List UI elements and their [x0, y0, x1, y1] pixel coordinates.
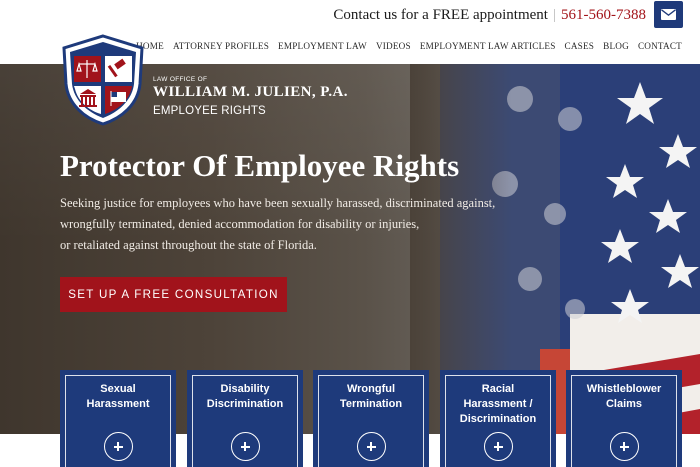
hero-title: Protector Of Employee Rights: [60, 148, 460, 183]
plus-circle-icon[interactable]: [230, 432, 260, 461]
page: Contact us for a FREE appointment | 561-56…: [0, 0, 700, 467]
envelope-icon: [661, 9, 676, 20]
hero-description: Seeking justice for employees who have b…: [60, 193, 496, 256]
plus-circle-icon[interactable]: [609, 432, 639, 461]
hero-description-line: Seeking justice for employees who have b…: [60, 196, 496, 210]
email-button[interactable]: [654, 1, 683, 28]
nav-item-attorney-profiles[interactable]: ATTORNEY PROFILES: [164, 41, 269, 51]
top-bar: Contact us for a FREE appointment | 561-56…: [0, 0, 700, 34]
card-whistleblower-claims[interactable]: Whistleblower Claims: [566, 370, 682, 467]
phone-link[interactable]: 561-560-7388: [561, 7, 646, 23]
plus-circle-icon[interactable]: [356, 432, 386, 461]
nav-item-employment-law-articles[interactable]: EMPLOYMENT LAW ARTICLES: [411, 41, 556, 51]
contact-separator: |: [552, 7, 556, 23]
plus-circle-icon[interactable]: [103, 432, 133, 461]
firm-name-block[interactable]: LAW OFFICE OF WILLIAM M. JULIEN, P.A. EM…: [153, 76, 348, 119]
contact-line: Contact us for a FREE appointment | 561-56…: [333, 7, 646, 24]
hero-description-line: wrongfully terminated, denied accommodat…: [60, 217, 420, 231]
card-label: Disability Discrimination: [206, 383, 284, 410]
main-nav: HOME ATTORNEY PROFILES EMPLOYMENT LAW VI…: [127, 41, 682, 51]
card-label: Whistleblower Claims: [586, 383, 662, 410]
firm-name: WILLIAM M. JULIEN, P.A.: [153, 84, 348, 100]
firm-tagline: EMPLOYEE RIGHTS: [153, 105, 266, 117]
free-consultation-button[interactable]: SET UP A FREE CONSULTATION: [60, 277, 287, 312]
card-racial-harassment[interactable]: Racial Harassment / Discrimination: [440, 370, 556, 467]
firm-prefix: LAW OFFICE OF: [153, 76, 208, 83]
nav-item-cases[interactable]: CASES: [556, 41, 595, 51]
card-label: Sexual Harassment: [86, 383, 150, 410]
card-disability-discrimination[interactable]: Disability Discrimination: [187, 370, 303, 467]
plus-circle-icon[interactable]: [483, 432, 513, 461]
nav-item-employment-law[interactable]: EMPLOYMENT LAW: [269, 41, 367, 51]
card-label: Racial Harassment / Discrimination: [459, 383, 537, 425]
nav-item-blog[interactable]: BLOG: [594, 41, 629, 51]
card-sexual-harassment[interactable]: Sexual Harassment: [60, 370, 176, 467]
firm-logo-crest[interactable]: [60, 34, 146, 126]
nav-item-contact[interactable]: CONTACT: [629, 41, 682, 51]
hero-description-line: or retaliated against throughout the sta…: [60, 238, 317, 252]
contact-text: Contact us for a FREE appointment: [333, 7, 548, 23]
card-wrongful-termination[interactable]: Wrongful Termination: [313, 370, 429, 467]
card-label: Wrongful Termination: [339, 383, 403, 410]
nav-item-videos[interactable]: VIDEOS: [367, 41, 411, 51]
